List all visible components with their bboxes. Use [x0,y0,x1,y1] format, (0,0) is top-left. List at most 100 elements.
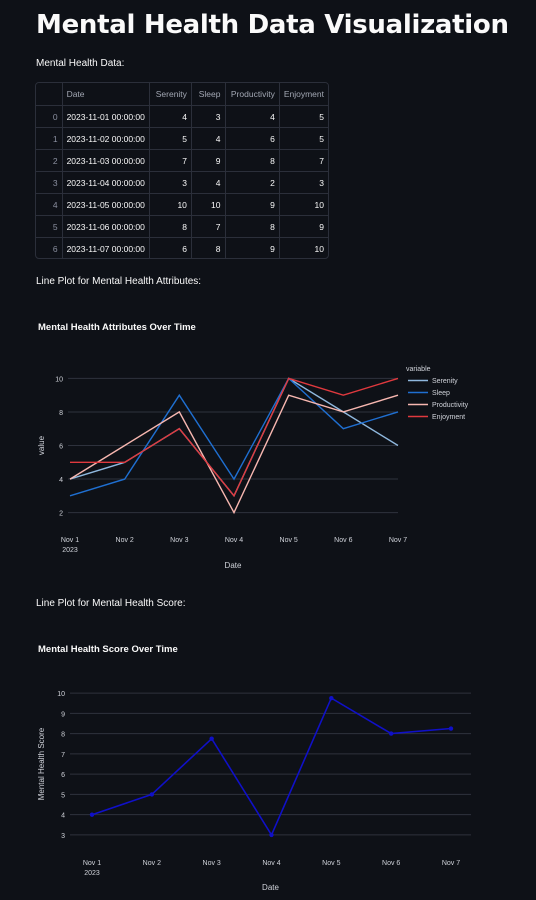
data-table[interactable]: Date Serenity Sleep Productivity Enjoyme… [35,82,329,259]
y-tick-label: 6 [61,772,65,779]
table-cell: 8 [191,237,226,258]
plot-area [70,681,471,847]
row-index-cell: 1 [36,127,63,150]
table-row[interactable]: 4 2023-11-05 00:00:00 10 10 9 10 [36,193,328,216]
x-tick-year-label: 2023 [62,547,78,554]
score-line-chart[interactable]: Mental Health Score Over Time 3 4 5 6 7 8 9 10 No… [0,633,536,900]
y-tick-label: 7 [61,752,65,759]
table-row[interactable]: 3 2023-11-04 00:00:00 3 4 2 3 [36,171,328,194]
x-tick-label: Nov 5 [280,537,298,544]
legend-item-label: Productivity [432,402,469,409]
x-tick-label: Nov 3 [170,537,188,544]
table-cell: 9 [279,215,328,238]
data-point [89,812,95,817]
x-tick-label: Nov 6 [334,537,352,544]
row-index-cell: 0 [36,105,63,128]
table-cell: 4 [225,105,280,128]
row-index-cell: 2 [36,149,63,172]
data-point [329,695,334,701]
row-index-cell: 6 [36,237,63,258]
table-cell: 5 [279,105,328,128]
x-tick-label: Nov 6 [382,860,400,867]
y-axis-title: Mental Health Score [37,727,46,800]
table-cell: 9 [225,237,280,258]
table-cell: 10 [191,193,226,216]
table-row[interactable]: 0 2023-11-01 00:00:00 4 3 4 5 [36,105,328,128]
data-label: Mental Health Data: [36,58,125,69]
table-cell: 10 [149,193,192,216]
y-tick-label: 3 [61,833,65,840]
table-cell: 4 [191,127,226,150]
table-cell: 4 [191,171,226,194]
column-header-serenity[interactable]: Serenity [149,83,192,106]
table-cell: 8 [149,215,192,238]
table-cell: 2023-11-05 00:00:00 [62,193,150,216]
data-point [448,726,454,731]
table-cell: 2023-11-01 00:00:00 [62,105,150,128]
column-header-productivity[interactable]: Productivity [225,83,280,106]
line-plot-label-score: Line Plot for Mental Health Score: [36,598,186,609]
table-cell: 2 [225,171,280,194]
x-tick-label: Nov 4 [225,537,243,544]
column-header-sleep[interactable]: Sleep [191,83,226,106]
table-cell: 6 [149,237,192,258]
line-plot-label-attributes: Line Plot for Mental Health Attributes: [36,276,202,287]
y-tick-label: 4 [61,813,65,820]
x-tick-label: Nov 2 [143,860,161,867]
table-cell: 7 [279,149,328,172]
table-cell: 2023-11-07 00:00:00 [62,237,150,258]
x-tick-label: Nov 7 [442,860,460,867]
y-axis-title: value [37,435,46,455]
table-cell: 10 [314,243,324,254]
column-header-index[interactable] [36,83,63,106]
table-row[interactable]: 1 2023-11-02 00:00:00 5 4 6 5 [36,127,328,150]
table-cell: 3 [191,105,226,128]
x-tick-label: Nov 1 [61,537,79,544]
y-tick-label: 8 [59,410,63,417]
row-index-cell: 3 [36,171,63,194]
table-cell: 7 [191,215,226,238]
x-tick-year-label: 2023 [84,870,100,877]
table-cell: 6 [225,127,280,150]
table-cell: 7 [149,149,192,172]
table-header-row: Date Serenity Sleep Productivity Enjoyme… [36,83,328,106]
table-cell: 8 [225,215,280,238]
data-point [149,792,155,797]
x-tick-label: Nov 7 [389,537,407,544]
table-row[interactable]: 5 2023-11-06 00:00:00 8 7 8 9 [36,215,328,238]
column-header-date[interactable]: Date [62,83,150,106]
y-tick-label: 9 [61,711,65,718]
x-axis-title: Date [262,883,279,892]
column-header-enjoyment[interactable]: Enjoyment [279,83,328,106]
attributes-line-chart[interactable]: Mental Health Attributes Over Time 2 4 6 8 10… [0,310,536,580]
x-tick-label: Nov 2 [116,537,134,544]
table-cell: 8 [225,149,280,172]
x-tick-label: Nov 1 [83,860,101,867]
x-tick-label: Nov 4 [262,860,280,867]
legend-item-label: Serenity [432,378,458,385]
table-cell: 9 [225,193,280,216]
table-cell: 2023-11-04 00:00:00 [62,171,150,194]
table-cell: 4 [149,105,192,128]
y-tick-label: 10 [57,691,65,698]
chart-title: Mental Health Score Over Time [38,644,178,655]
table-cell: 2023-11-03 00:00:00 [62,149,150,172]
legend-item-label: Enjoyment [432,414,465,421]
row-index-cell: 4 [36,193,63,216]
table-cell: 3 [149,171,192,194]
data-point [388,731,394,736]
y-tick-label: 10 [55,376,63,383]
data-point [209,736,214,741]
data-point [269,832,274,838]
row-index-cell: 5 [36,215,63,238]
y-tick-label: 6 [59,444,63,451]
y-tick-label: 2 [59,511,63,518]
legend-item-label: Sleep [432,390,450,397]
y-tick-label: 4 [59,477,63,484]
x-axis-title: Date [225,561,242,570]
legend-title: variable [406,366,431,373]
table-cell: 5 [279,127,328,150]
table-row[interactable]: 2 2023-11-03 00:00:00 7 9 8 7 [36,149,328,172]
table-row[interactable]: 6 2023-11-07 00:00:00 6 8 9 10 [36,237,328,258]
y-tick-label: 8 [61,732,65,739]
